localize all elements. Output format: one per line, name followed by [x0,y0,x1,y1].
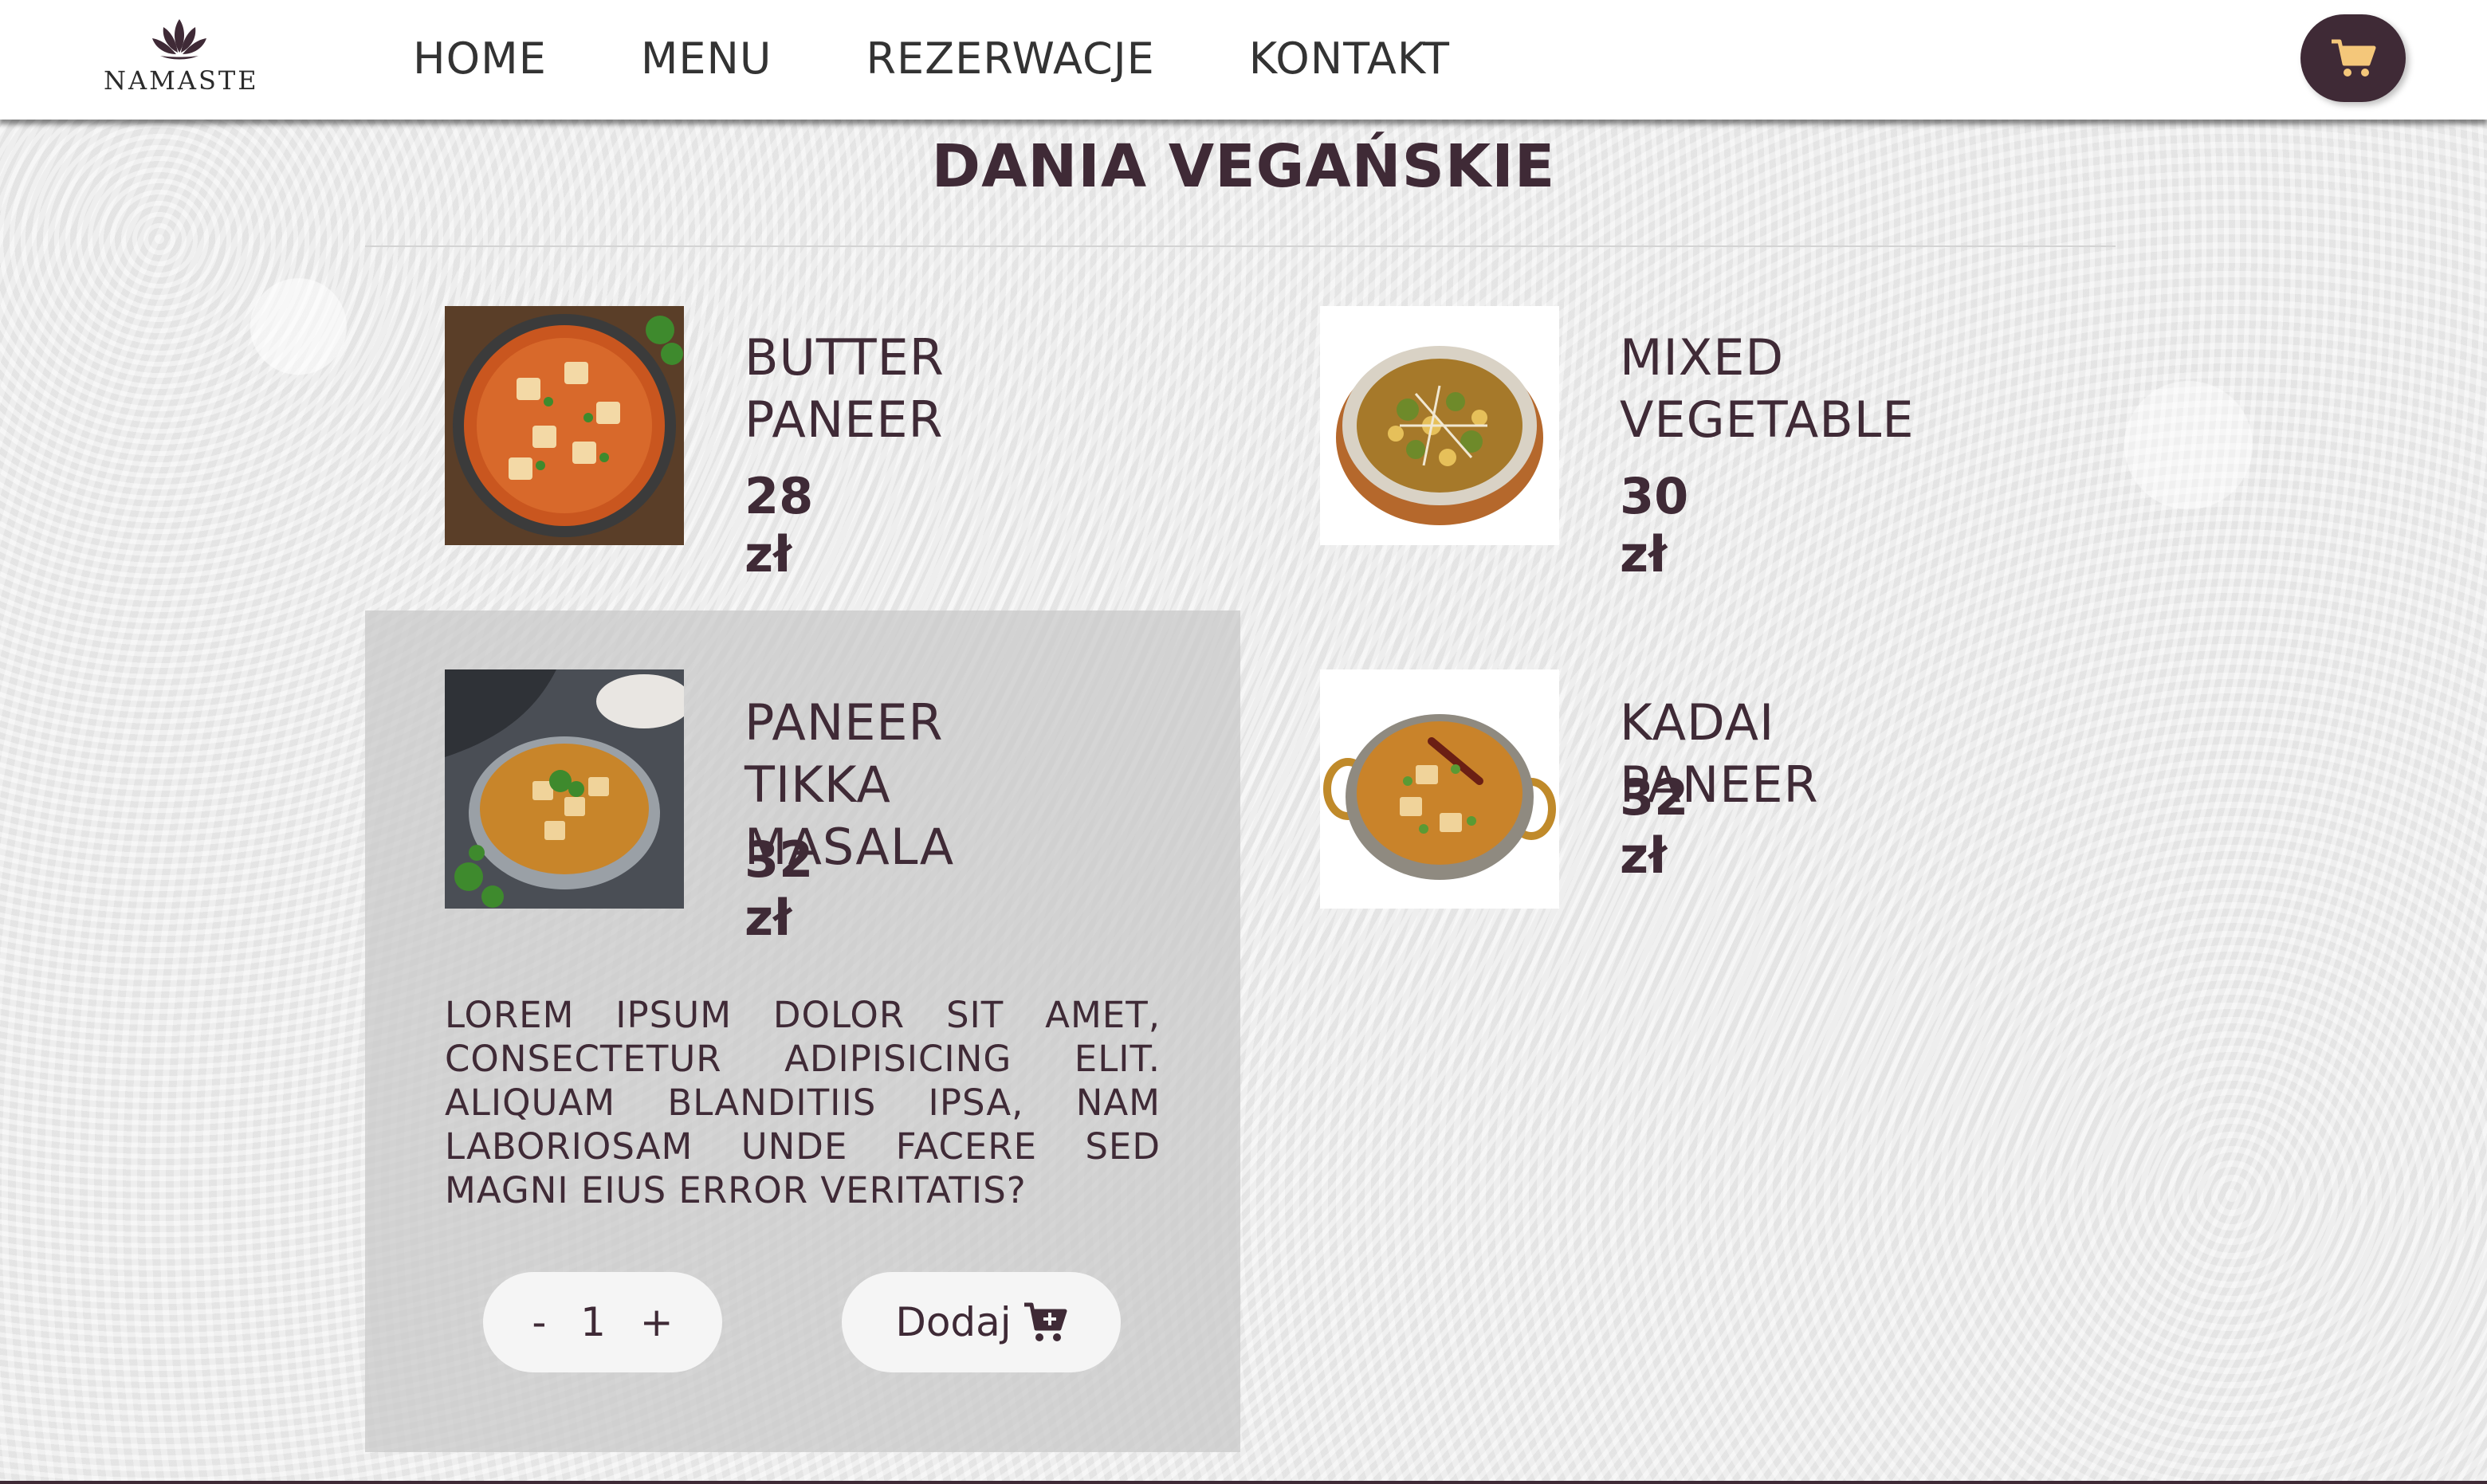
kadai-paneer-image [1320,669,1559,909]
butter-paneer-image [445,306,684,545]
dish-price: 30 zł [1620,467,1689,583]
quantity-stepper: - 1 + [483,1272,722,1372]
mixed-vegetable-image [1320,306,1559,545]
logo[interactable]: NAMASTE [104,18,259,105]
increment-button[interactable]: + [640,1299,674,1345]
decrement-button[interactable]: - [532,1299,546,1345]
add-to-cart-icon [1023,1302,1067,1341]
logo-text: NAMASTE [104,65,259,96]
title-divider [365,245,2116,247]
nav-kontakt[interactable]: KONTAKT [1249,30,1450,88]
dish-name: MIXED VEGETABLE [1620,328,1915,449]
paneer-tikka-masala-image [445,669,684,909]
dish-price: 32 zł [745,830,814,947]
nav-rezerwacje[interactable]: REZERWACJE [866,30,1154,88]
main-nav: HOME MENU REZERWACJE KONTAKT [413,30,1544,88]
lotus-icon [152,19,206,60]
page-title: DANIA VEGAŃSKIE [931,132,1556,201]
cart-icon [2332,39,2376,77]
quantity-value: 1 [580,1299,606,1345]
dish-description: LOREM IPSUM DOLOR SIT AMET, CONSECTETUR … [445,994,1161,1211]
dish-price: 32 zł [1620,768,1689,885]
nav-menu[interactable]: MENU [641,30,772,88]
dish-name: BUTTER PANEER [745,328,945,449]
bottom-edge [0,1481,2487,1484]
top-navbar: NAMASTE HOME MENU REZERWACJE KONTAKT [0,0,2487,120]
add-button-label: Dodaj [895,1299,1012,1345]
cart-button[interactable] [2300,14,2406,102]
dish-price: 28 zł [745,467,814,583]
nav-home[interactable]: HOME [413,30,547,88]
add-to-cart-button[interactable]: Dodaj [842,1272,1121,1372]
